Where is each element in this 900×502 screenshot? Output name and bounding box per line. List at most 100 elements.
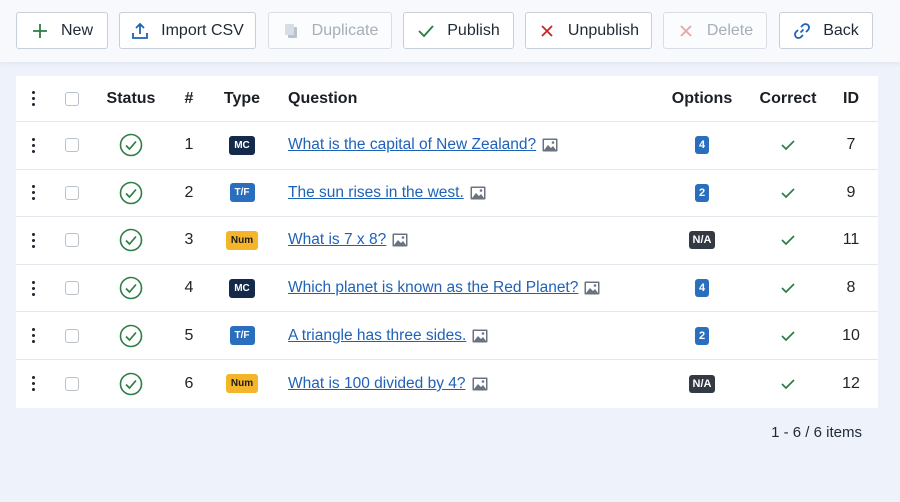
table-header-row: Status # Type Question Options Correct I…	[16, 76, 878, 122]
upload-icon	[131, 22, 149, 40]
published-check-circle-icon	[119, 181, 143, 205]
row-id: 11	[842, 231, 860, 249]
type-cell: MC	[219, 122, 265, 169]
row-actions-menu[interactable]	[22, 360, 44, 408]
question-link[interactable]: A triangle has three sides.	[288, 327, 466, 345]
new-button-label: New	[60, 21, 93, 39]
image-icon	[584, 281, 600, 295]
row-id: 10	[842, 326, 860, 344]
status-toggle[interactable]	[104, 360, 158, 408]
header-number[interactable]: #	[176, 76, 202, 121]
header-status[interactable]: Status	[104, 76, 158, 121]
question-link[interactable]: The sun rises in the west.	[288, 184, 464, 202]
options-badge: 2	[694, 183, 710, 202]
header-options[interactable]: Options	[666, 76, 738, 121]
row-checkbox[interactable]	[65, 185, 79, 200]
link-icon	[793, 22, 811, 40]
question-cell: The sun rises in the west.	[288, 170, 648, 217]
kebab-icon	[31, 232, 35, 248]
published-check-circle-icon	[119, 324, 143, 348]
options-badge: 4	[694, 136, 710, 155]
header-type[interactable]: Type	[219, 76, 265, 121]
kebab-icon	[31, 328, 35, 344]
question-cell: Which planet is known as the Red Planet?	[288, 265, 648, 312]
row-actions-menu[interactable]	[22, 170, 44, 217]
row-checkbox[interactable]	[65, 138, 79, 153]
status-toggle[interactable]	[104, 170, 158, 217]
row-checkbox[interactable]	[65, 233, 79, 248]
correct-check-icon	[781, 282, 795, 294]
correct-check-icon	[781, 234, 795, 246]
row-id: 7	[846, 136, 856, 154]
options-badge: 2	[694, 326, 710, 345]
row-number: 6	[184, 374, 194, 392]
status-toggle[interactable]	[104, 217, 158, 264]
select-all-checkbox[interactable]	[65, 91, 79, 106]
header-actions-menu[interactable]	[22, 76, 44, 121]
questions-table: Status # Type Question Options Correct I…	[16, 76, 878, 408]
row-actions-menu[interactable]	[22, 265, 44, 312]
kebab-icon	[31, 376, 35, 392]
header-id[interactable]: ID	[836, 76, 866, 121]
table-row: 2 T/F The sun rises in the west. 2 9	[16, 170, 878, 218]
status-toggle[interactable]	[104, 312, 158, 359]
table-row: 3 Num What is 7 x 8? N/A 11	[16, 217, 878, 265]
question-link[interactable]: What is the capital of New Zealand?	[288, 136, 536, 154]
row-checkbox-cell[interactable]	[61, 170, 83, 217]
question-cell: What is the capital of New Zealand?	[288, 122, 648, 169]
row-checkbox[interactable]	[65, 281, 79, 296]
row-checkbox-cell[interactable]	[61, 265, 83, 312]
duplicate-button[interactable]: Duplicate	[268, 12, 392, 49]
delete-button-label: Delete	[706, 21, 754, 39]
question-link[interactable]: What is 100 divided by 4?	[288, 375, 466, 393]
kebab-icon	[31, 280, 35, 296]
question-link[interactable]: What is 7 x 8?	[288, 231, 386, 249]
x-icon	[538, 22, 556, 40]
row-checkbox-cell[interactable]	[61, 312, 83, 359]
new-button[interactable]: New	[16, 12, 108, 49]
row-actions-menu[interactable]	[22, 312, 44, 359]
row-checkbox-cell[interactable]	[61, 360, 83, 408]
table-row: 5 T/F A triangle has three sides. 2 10	[16, 312, 878, 360]
correct-check-icon	[781, 330, 795, 342]
row-id: 8	[846, 279, 856, 297]
kebab-icon	[31, 137, 35, 153]
status-toggle[interactable]	[104, 122, 158, 169]
x-icon	[677, 22, 695, 40]
correct-check-icon	[781, 139, 795, 151]
image-icon	[392, 233, 408, 247]
options-cell: 2	[666, 170, 738, 217]
import-csv-button[interactable]: Import CSV	[119, 12, 256, 49]
published-check-circle-icon	[119, 133, 143, 157]
question-cell: What is 100 divided by 4?	[288, 360, 648, 408]
correct-cell	[756, 217, 820, 264]
row-checkbox[interactable]	[65, 328, 79, 343]
row-id: 12	[842, 374, 860, 392]
row-checkbox-cell[interactable]	[61, 122, 83, 169]
unpublish-button-label: Unpublish	[567, 21, 640, 39]
question-link[interactable]: Which planet is known as the Red Planet?	[288, 279, 578, 297]
type-cell: T/F	[219, 312, 265, 359]
row-number: 2	[184, 183, 194, 201]
type-cell: Num	[219, 360, 265, 408]
type-cell: Num	[219, 217, 265, 264]
options-badge: N/A	[688, 231, 716, 250]
correct-cell	[756, 122, 820, 169]
select-all-checkbox-cell[interactable]	[61, 76, 83, 121]
unpublish-button[interactable]: Unpublish	[525, 12, 652, 49]
row-checkbox-cell[interactable]	[61, 217, 83, 264]
options-cell: 4	[666, 122, 738, 169]
row-number: 1	[184, 136, 194, 154]
toolbar: New Import CSV Duplicate Publish Unpubli…	[0, 0, 900, 62]
published-check-circle-icon	[119, 372, 143, 396]
publish-button[interactable]: Publish	[403, 12, 514, 49]
delete-button[interactable]: Delete	[663, 12, 767, 49]
row-actions-menu[interactable]	[22, 217, 44, 264]
table-row: 1 MC What is the capital of New Zealand? 4 7	[16, 122, 878, 170]
row-actions-menu[interactable]	[22, 122, 44, 169]
back-button[interactable]: Back	[779, 12, 873, 49]
status-toggle[interactable]	[104, 265, 158, 312]
row-checkbox[interactable]	[65, 376, 79, 391]
header-question[interactable]: Question	[288, 76, 648, 121]
header-correct[interactable]: Correct	[756, 76, 820, 121]
